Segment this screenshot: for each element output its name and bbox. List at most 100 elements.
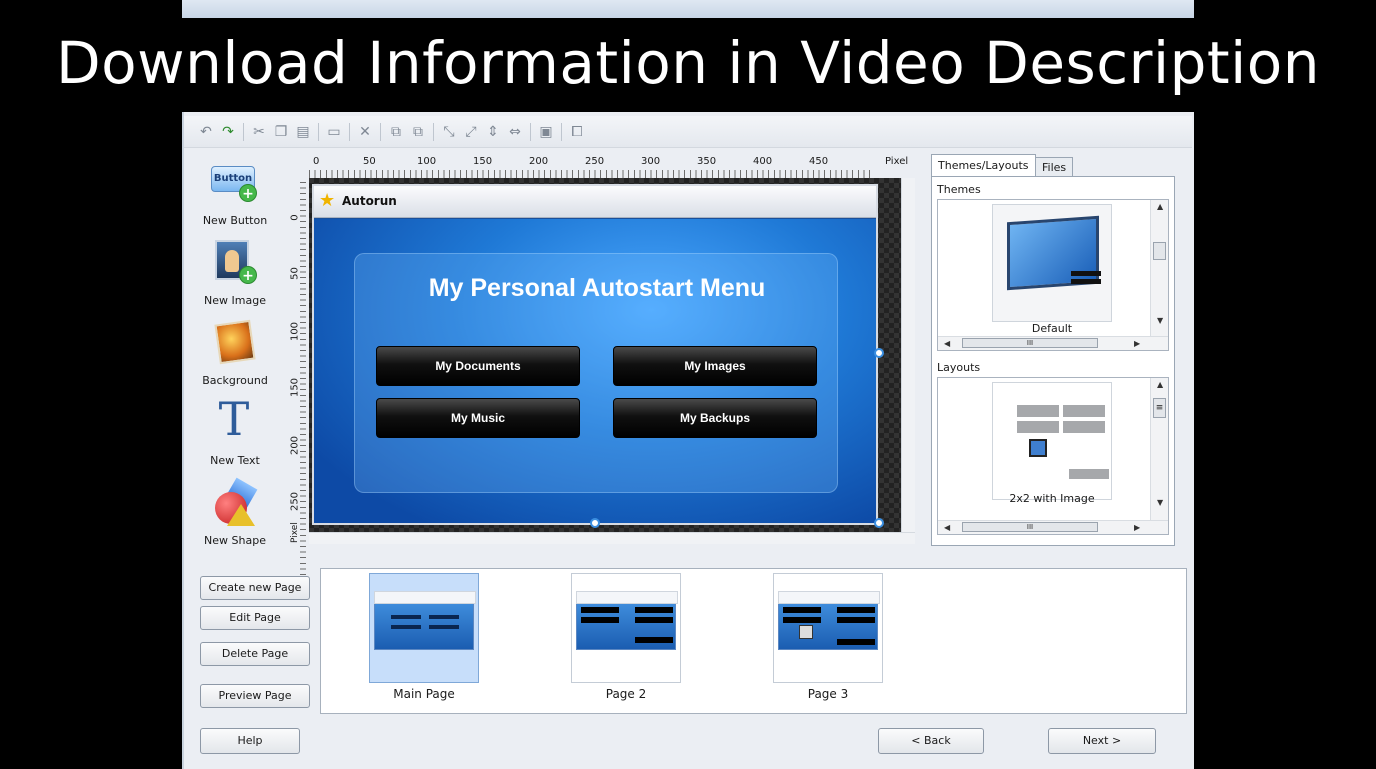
ruler-tick: 250 bbox=[585, 156, 605, 167]
cut-icon[interactable]: ✂ bbox=[249, 122, 269, 142]
scroll-left-icon[interactable]: ◀ bbox=[944, 339, 950, 348]
scroll-down-icon[interactable]: ▼ bbox=[1157, 316, 1163, 325]
themes-layouts-pane: Themes Default ▲ ▼ ◀ III ▶ Layouts 2x2 w… bbox=[931, 176, 1175, 546]
layouts-vertical-scrollbar[interactable]: ▲ ≡ ▼ bbox=[1150, 378, 1168, 520]
paste-icon[interactable]: ▤ bbox=[293, 122, 313, 142]
scroll-down-icon[interactable]: ▼ bbox=[1157, 498, 1163, 507]
delete-icon[interactable]: ✕ bbox=[355, 122, 375, 142]
page-thumbnail-main[interactable] bbox=[369, 573, 479, 683]
right-panel: Themes/Layouts Files Themes Default ▲ ▼ … bbox=[931, 154, 1175, 546]
resize-handle-corner[interactable] bbox=[874, 518, 884, 528]
next-button[interactable]: Next > bbox=[1048, 728, 1156, 754]
text-icon-glyph: T bbox=[218, 392, 250, 446]
layouts-label: Layouts bbox=[937, 361, 981, 374]
ruler-tick: 0 bbox=[289, 214, 301, 221]
ruler-top: 0 50 100 150 200 250 300 350 400 450 Pix… bbox=[309, 156, 915, 178]
themes-gallery[interactable]: Default ▲ ▼ ◀ III ▶ bbox=[937, 199, 1169, 351]
my-backups-button[interactable]: My Backups bbox=[613, 398, 817, 438]
toolbar-separator bbox=[349, 122, 350, 141]
ruler-tick: 450 bbox=[809, 156, 829, 167]
ruler-tick: 200 bbox=[289, 435, 301, 456]
undo-icon[interactable]: ↶ bbox=[196, 122, 216, 142]
preview-page-button[interactable]: Preview Page bbox=[200, 684, 310, 708]
autorun-preview-window[interactable]: ★ Autorun My Personal Autostart Menu My … bbox=[312, 184, 878, 525]
new-button-label: New Button bbox=[202, 214, 268, 227]
new-button-tool[interactable]: Button + New Button bbox=[198, 156, 272, 234]
my-images-button[interactable]: My Images bbox=[613, 346, 817, 386]
copy-icon[interactable]: ❐ bbox=[271, 122, 291, 142]
tab-files[interactable]: Files bbox=[1035, 157, 1074, 176]
scroll-thumb[interactable]: III bbox=[962, 338, 1098, 348]
ruler-marks bbox=[300, 182, 306, 602]
background-tool[interactable]: Background bbox=[198, 316, 272, 394]
resize-handle-bottom[interactable] bbox=[590, 518, 600, 528]
layout-block bbox=[1017, 405, 1059, 417]
new-shape-tool[interactable]: New Shape bbox=[198, 476, 272, 554]
toolbar-separator bbox=[530, 122, 531, 141]
page-thumbnail-2[interactable] bbox=[571, 573, 681, 683]
arrange-back-icon[interactable]: ⤢ bbox=[461, 122, 481, 142]
resize-handle-right[interactable] bbox=[874, 348, 884, 358]
plus-icon: + bbox=[239, 266, 257, 284]
scroll-thumb[interactable] bbox=[1153, 242, 1166, 260]
star-icon: ★ bbox=[319, 190, 336, 211]
edit-page-button[interactable]: Edit Page bbox=[200, 606, 310, 630]
page-icon[interactable]: ▭ bbox=[324, 122, 344, 142]
ruler-tick: 400 bbox=[753, 156, 773, 167]
theme-default-thumbnail[interactable] bbox=[992, 204, 1112, 322]
button-icon: Button + bbox=[209, 156, 259, 208]
layouts-gallery[interactable]: 2x2 with Image ▲ ≡ ▼ ◀ III ▶ bbox=[937, 377, 1169, 535]
scroll-up-icon[interactable]: ▲ bbox=[1157, 380, 1163, 389]
pages-section: Create new Page Edit Page Delete Page Pr… bbox=[184, 564, 1192, 716]
my-music-button[interactable]: My Music bbox=[376, 398, 580, 438]
theme-caption: Default bbox=[1031, 322, 1073, 335]
layouts-horizontal-scrollbar[interactable]: ◀ III ▶ bbox=[938, 520, 1168, 534]
new-text-tool[interactable]: T New Text bbox=[198, 392, 272, 474]
scroll-thumb[interactable]: ≡ bbox=[1153, 398, 1166, 418]
align-right-icon[interactable]: ⧉ bbox=[408, 122, 428, 142]
ruler-tick: 350 bbox=[697, 156, 717, 167]
my-documents-button[interactable]: My Documents bbox=[376, 346, 580, 386]
page-caption: Page 3 bbox=[807, 687, 849, 701]
arrange-icon[interactable]: ⤡ bbox=[439, 122, 459, 142]
preview-titlebar: ★ Autorun bbox=[314, 186, 876, 218]
preview-body: My Personal Autostart Menu My Documents … bbox=[314, 219, 876, 523]
layout-block bbox=[1069, 469, 1109, 479]
scroll-thumb[interactable]: III bbox=[962, 522, 1098, 532]
distribute-v-icon[interactable]: ⇕ bbox=[483, 122, 503, 142]
help-button[interactable]: Help bbox=[200, 728, 300, 754]
toolbar: ↶ ↷ ✂ ❐ ▤ ▭ ✕ ⧉ ⧉ ⤡ ⤢ ⇕ ⇔ ▣ ⧠ bbox=[184, 116, 1192, 148]
distribute-h-icon[interactable]: ⇔ bbox=[505, 122, 525, 142]
ruler-tick: 150 bbox=[473, 156, 493, 167]
new-image-tool[interactable]: + New Image bbox=[198, 236, 272, 314]
scroll-left-icon[interactable]: ◀ bbox=[944, 523, 950, 532]
canvas-horizontal-scrollbar[interactable] bbox=[309, 532, 915, 544]
scroll-right-icon[interactable]: ▶ bbox=[1134, 339, 1140, 348]
back-button[interactable]: < Back bbox=[878, 728, 984, 754]
new-shape-label: New Shape bbox=[204, 534, 266, 547]
page-thumbnail-3[interactable] bbox=[773, 573, 883, 683]
scroll-right-icon[interactable]: ▶ bbox=[1134, 523, 1140, 532]
ruler-tick: 50 bbox=[289, 267, 301, 280]
themes-horizontal-scrollbar[interactable]: ◀ III ▶ bbox=[938, 336, 1168, 350]
preview-window-title: Autorun bbox=[342, 194, 397, 208]
delete-page-button[interactable]: Delete Page bbox=[200, 642, 310, 666]
lock-icon[interactable]: ▣ bbox=[536, 122, 556, 142]
align-left-icon[interactable]: ⧉ bbox=[386, 122, 406, 142]
shape-icon bbox=[209, 476, 259, 528]
redo-icon[interactable]: ↷ bbox=[218, 122, 238, 142]
themes-vertical-scrollbar[interactable]: ▲ ▼ bbox=[1150, 200, 1168, 336]
tab-themes-layouts[interactable]: Themes/Layouts bbox=[931, 154, 1036, 176]
layout-2x2-thumbnail[interactable] bbox=[992, 382, 1112, 500]
ruler-tick: 200 bbox=[529, 156, 549, 167]
background-icon bbox=[209, 316, 259, 368]
ruler-marks bbox=[309, 170, 874, 178]
create-new-page-button[interactable]: Create new Page bbox=[200, 576, 310, 600]
canvas-vertical-scrollbar[interactable] bbox=[901, 178, 915, 532]
menu-title[interactable]: My Personal Autostart Menu bbox=[355, 274, 839, 303]
plus-icon: + bbox=[239, 184, 257, 202]
layout-block bbox=[1063, 405, 1105, 417]
menu-panel[interactable]: My Personal Autostart Menu My Documents … bbox=[354, 253, 838, 493]
scroll-up-icon[interactable]: ▲ bbox=[1157, 202, 1163, 211]
group-icon[interactable]: ⧠ bbox=[567, 122, 587, 142]
